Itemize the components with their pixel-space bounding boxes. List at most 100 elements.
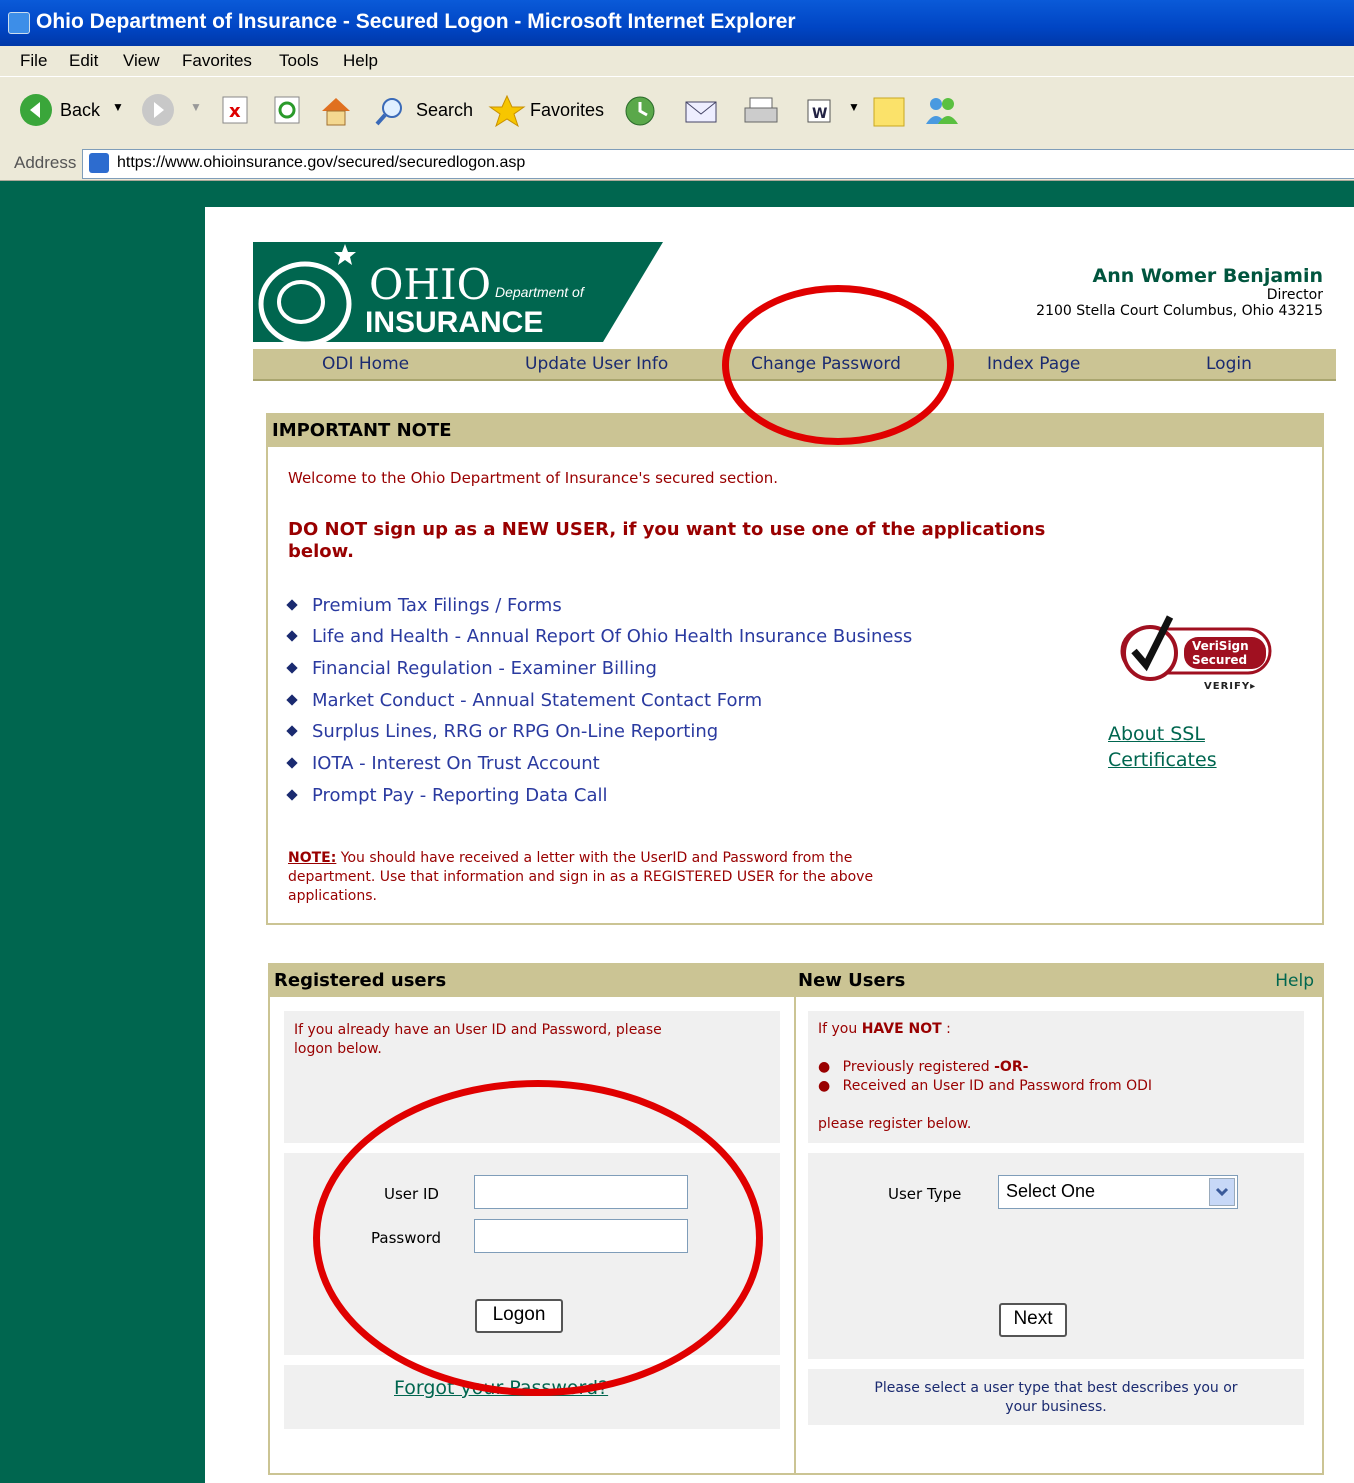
bullet-icon (286, 789, 298, 801)
note-line-3: applications. (288, 888, 377, 904)
address-url: https://www.ohioinsurance.gov/secured/se… (117, 154, 526, 171)
nav-update-user-info[interactable]: Update User Info (525, 354, 668, 374)
back-dropdown-icon[interactable]: ▼ (112, 100, 124, 114)
stop-icon: x (222, 96, 248, 124)
list-item: Financial Regulation - Examiner Billing (286, 658, 657, 679)
list-item: Prompt Pay - Reporting Data Call (286, 785, 608, 806)
colon-text: : (941, 1021, 951, 1037)
ie-window-icon (8, 12, 30, 34)
bullet-icon (286, 599, 298, 611)
print-button[interactable] (742, 94, 782, 128)
login-panel-header: Registered users New Users Help (270, 965, 1322, 997)
highlight-circle-change-password (722, 285, 954, 445)
messenger-icon (926, 98, 958, 124)
warning-line-2: below. (288, 541, 354, 562)
app-link-prompt-pay[interactable]: Prompt Pay - Reporting Data Call (312, 785, 608, 806)
have-not-text: HAVE NOT (861, 1021, 942, 1037)
menu-tools[interactable]: Tools (279, 51, 319, 71)
register-below-text: please register below. (818, 1116, 972, 1132)
back-button[interactable]: Back ▼ (20, 94, 130, 128)
nav-index-page[interactable]: Index Page (987, 354, 1080, 374)
refresh-button[interactable] (272, 94, 302, 128)
chevron-down-icon[interactable] (1209, 1178, 1235, 1206)
director-title: Director (1266, 287, 1323, 303)
registered-intro-line-2: logon below. (294, 1041, 382, 1057)
home-button[interactable] (318, 94, 354, 128)
menu-edit[interactable]: Edit (69, 51, 98, 71)
usertype-hint-box: Please select a user type that best desc… (808, 1369, 1304, 1425)
search-button[interactable]: Search (374, 94, 474, 128)
edit-dropdown-icon[interactable]: ▼ (848, 100, 860, 114)
messenger-button[interactable] (922, 94, 962, 128)
bullet2-text: Received an User ID and Password from OD… (842, 1078, 1153, 1094)
list-item: ● Received an User ID and Password from … (818, 1078, 1153, 1094)
menu-file[interactable]: File (20, 51, 47, 71)
discuss-button[interactable] (872, 94, 908, 128)
list-item: ● Previously registered -OR- (818, 1059, 1029, 1075)
verisign-seal[interactable]: VeriSign Secured VERIFY▸ (1118, 603, 1278, 699)
column-divider (794, 997, 796, 1473)
usertype-select[interactable]: Select One (998, 1175, 1238, 1209)
favorites-button[interactable]: Favorites (488, 94, 606, 128)
bullet-icon (286, 630, 298, 642)
address-field[interactable]: https://www.ohioinsurance.gov/secured/se… (82, 149, 1354, 179)
warning-line-1: DO NOT sign up as a NEW USER, if you wan… (288, 519, 1046, 540)
mail-button[interactable] (684, 94, 734, 128)
app-link-financial-regulation[interactable]: Financial Regulation - Examiner Billing (312, 658, 657, 679)
svg-text:x: x (229, 101, 241, 122)
welcome-text: Welcome to the Ohio Department of Insura… (288, 469, 779, 487)
usertype-label: User Type (888, 1185, 962, 1203)
nav-login[interactable]: Login (1206, 354, 1252, 374)
nav-odi-home[interactable]: ODI Home (322, 354, 409, 374)
logo-ohio-text: OHIO (369, 260, 492, 309)
about-ssl-line-1: About SSL (1108, 723, 1205, 745)
app-link-surplus-lines[interactable]: Surplus Lines, RRG or RPG On-Line Report… (312, 721, 718, 742)
address-bar: Address https://www.ohioinsurance.gov/se… (0, 146, 1354, 181)
logo-insurance-text: INSURANCE (365, 306, 544, 339)
back-arrow-icon (20, 94, 52, 126)
help-link[interactable]: Help (1275, 965, 1314, 997)
app-link-market-conduct[interactable]: Market Conduct - Annual Statement Contac… (312, 690, 762, 711)
newusers-intro-box: If you HAVE NOT : ● Previously registere… (808, 1011, 1304, 1143)
about-ssl-link[interactable]: About SSL Certificates (1108, 721, 1217, 773)
forward-dropdown-icon[interactable]: ▼ (190, 100, 202, 114)
home-icon (322, 98, 350, 126)
list-item: Premium Tax Filings / Forms (286, 595, 562, 616)
app-link-life-health[interactable]: Life and Health - Annual Report Of Ohio … (312, 626, 912, 647)
toolbar: Back ▼ ▼ x Search Favorites W ▼ (0, 76, 1354, 148)
registered-intro-text: If you already have an User ID and Passw… (294, 1021, 662, 1059)
menu-favorites[interactable]: Favorites (182, 51, 252, 71)
note-line-1: You should have received a letter with t… (336, 850, 853, 866)
logo-dept-text: Department of (495, 284, 584, 300)
search-icon (375, 98, 402, 126)
registered-intro-line-1: If you already have an User ID and Passw… (294, 1022, 662, 1038)
svg-text:W: W (812, 106, 827, 122)
bullet-icon (286, 757, 298, 769)
list-item: IOTA - Interest On Trust Account (286, 753, 600, 774)
stop-button[interactable]: x (220, 94, 250, 128)
forward-arrow-icon (142, 94, 174, 126)
registered-users-title: Registered users (274, 970, 447, 991)
director-name: Ann Womer Benjamin (1092, 265, 1323, 287)
hint-line-2: your business. (1005, 1399, 1107, 1415)
title-bar: Ohio Department of Insurance - Secured L… (0, 0, 1354, 46)
history-button[interactable] (622, 94, 658, 128)
note-icon (873, 97, 905, 127)
warning-text: DO NOT sign up as a NEW USER, if you wan… (288, 519, 1045, 563)
note-line-2: department. Use that information and sig… (288, 869, 874, 885)
bullet-icon (286, 725, 298, 737)
menu-view[interactable]: View (123, 51, 160, 71)
app-link-iota[interactable]: IOTA - Interest On Trust Account (312, 753, 600, 774)
word-edit-icon: W (807, 99, 831, 123)
edit-button[interactable]: W ▼ (804, 94, 864, 128)
forward-button[interactable]: ▼ (142, 94, 202, 128)
app-link-premium-tax[interactable]: Premium Tax Filings / Forms (312, 595, 562, 616)
odi-logo: OHIO Department of INSURANCE (253, 242, 663, 352)
if-text: If you (818, 1021, 862, 1037)
next-button[interactable]: Next (999, 1303, 1067, 1337)
usertype-form-box: User Type Select One Next (808, 1153, 1304, 1359)
menu-help[interactable]: Help (343, 51, 378, 71)
search-label: Search (416, 100, 474, 120)
list-item: Surplus Lines, RRG or RPG On-Line Report… (286, 721, 718, 742)
director-info: Ann Womer Benjamin Director 2100 Stella … (1036, 265, 1323, 319)
